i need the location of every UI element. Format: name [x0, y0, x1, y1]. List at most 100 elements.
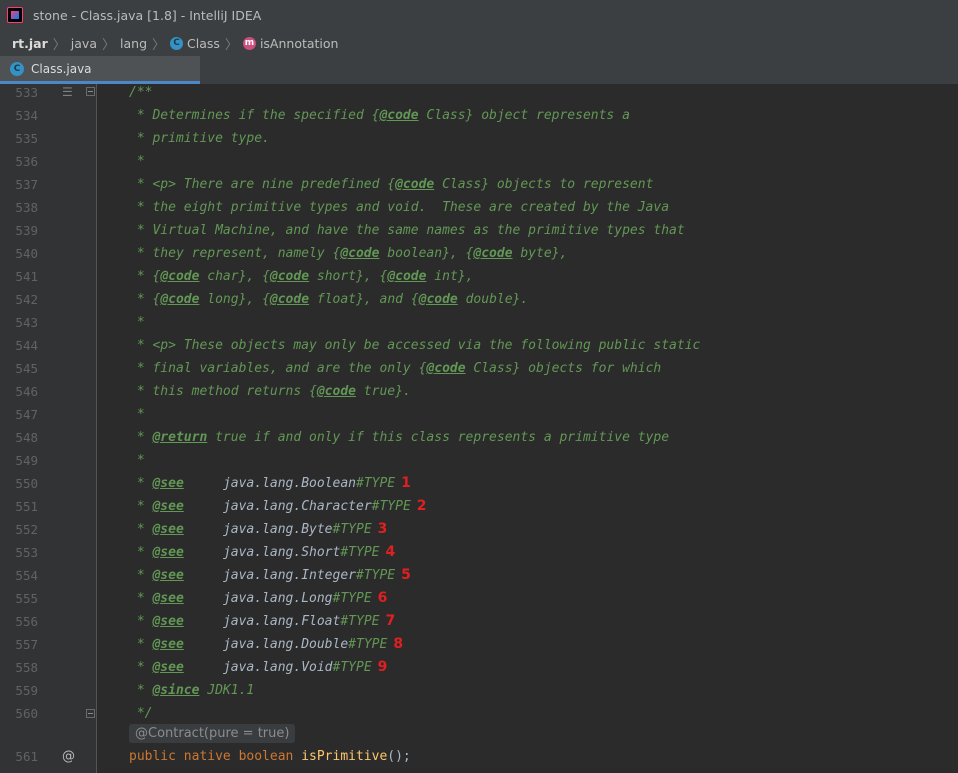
code-text: * Determines if the specified {@code Cla…	[129, 108, 630, 123]
line-number: 551	[15, 499, 38, 514]
fold-toggle-icon[interactable]	[86, 87, 95, 96]
code-text: * @since JDK1.1	[129, 683, 255, 698]
code-text: * <p> These objects may only be accessed…	[129, 338, 701, 353]
breadcrumb-item-label: isAnnotation	[259, 35, 339, 51]
toggle-rendered-view-icon[interactable]: ☰	[62, 81, 73, 104]
line-number: 543	[15, 315, 38, 330]
code-line: 542 * {@code long}, {@code float}, and {…	[0, 288, 958, 311]
method-icon: m	[242, 36, 256, 50]
code-line: 558 * @see java.lang.Void#TYPE 9	[0, 656, 958, 679]
red-annotation-number: 5	[401, 567, 411, 583]
code-text: * @see java.lang.Short#TYPE 4	[129, 544, 396, 560]
code-line: 559 * @since JDK1.1	[0, 679, 958, 702]
line-number: 552	[15, 522, 38, 537]
line-number: 558	[15, 660, 38, 675]
breadcrumb-item-lang[interactable]: lang	[120, 36, 147, 51]
line-number: 536	[15, 154, 38, 169]
code-text: * {@code char}, {@code short}, {@code in…	[129, 269, 474, 284]
breadcrumb-separator: 〉	[52, 37, 66, 53]
code-line: 540 * they represent, namely {@code bool…	[0, 242, 958, 265]
code-line: 538 * the eight primitive types and void…	[0, 196, 958, 219]
breadcrumb-separator: 〉	[152, 37, 166, 53]
inferred-annotation-hint[interactable]: @Contract(pure = true)	[129, 724, 296, 743]
code-text: * @see java.lang.Double#TYPE 8	[129, 636, 404, 652]
code-text: * final variables, and are the only {@co…	[129, 361, 662, 376]
code-text: * @see java.lang.Character#TYPE 2	[129, 498, 427, 514]
red-annotation-number: 9	[377, 659, 388, 675]
code-line: 546 * this method returns {@code true}.	[0, 380, 958, 403]
red-annotation-number: 2	[416, 498, 427, 514]
code-text: * @see java.lang.Void#TYPE 9	[129, 659, 388, 675]
code-text: * @see java.lang.Float#TYPE 7	[129, 613, 396, 629]
line-number: 561	[15, 749, 38, 764]
code-line: 554 * @see java.lang.Integer#TYPE 5	[0, 564, 958, 587]
breadcrumb-separator: 〉	[224, 37, 238, 53]
class-file-icon: C	[10, 61, 24, 76]
code-line: 553 * @see java.lang.Short#TYPE 4	[0, 541, 958, 564]
breadcrumb-item-java[interactable]: java	[71, 36, 97, 51]
code-text: /**	[129, 85, 153, 100]
line-number: 554	[15, 568, 38, 583]
line-number: 559	[15, 683, 38, 698]
code-line: 536 *	[0, 150, 958, 173]
code-line: 534 * Determines if the specified {@code…	[0, 104, 958, 127]
red-annotation-number: 1	[401, 475, 411, 491]
code-text: public native boolean isPrimitive();	[129, 749, 411, 764]
line-number: 545	[15, 361, 38, 376]
line-number: 553	[15, 545, 38, 560]
line-number: 539	[15, 223, 38, 238]
code-line: 541 * {@code char}, {@code short}, {@cod…	[0, 265, 958, 288]
code-line: 547 *	[0, 403, 958, 426]
window-title: stone - Class.java [1.8] - IntelliJ IDEA	[33, 7, 262, 23]
code-text: * {@code long}, {@code float}, and {@cod…	[129, 292, 529, 307]
code-text: * Virtual Machine, and have the same nam…	[129, 223, 685, 238]
code-line: 544 * <p> These objects may only be acce…	[0, 334, 958, 357]
code-text: * @return true if and only if this class…	[129, 430, 670, 445]
code-line: 552 * @see java.lang.Byte#TYPE 3	[0, 518, 958, 541]
breadcrumb-item-class[interactable]: C Class	[170, 36, 220, 51]
code-text: *	[129, 315, 145, 330]
red-annotation-number: 7	[385, 613, 396, 629]
fold-toggle-icon[interactable]	[86, 709, 95, 718]
code-line: 560 */	[0, 702, 958, 725]
line-number: 533	[15, 85, 38, 100]
code-text: *	[129, 453, 145, 468]
annotation-marker-icon[interactable]: @	[62, 745, 75, 768]
tab-class-java[interactable]: C Class.java	[0, 56, 200, 84]
line-number: 557	[15, 637, 38, 652]
line-number: 550	[15, 476, 38, 491]
line-number: 546	[15, 384, 38, 399]
red-annotation-number: 4	[385, 544, 396, 560]
code-line: 551 * @see java.lang.Character#TYPE 2	[0, 495, 958, 518]
line-number: 540	[15, 246, 38, 261]
line-number: 560	[15, 706, 38, 721]
breadcrumb-separator: 〉	[102, 37, 116, 53]
breadcrumb-item-label: Class	[187, 35, 220, 51]
breadcrumb-item-rt-jar[interactable]: rt.jar	[12, 36, 48, 51]
code-line: 533 ☰ /**	[0, 81, 958, 104]
code-text: *	[129, 407, 145, 422]
tab-label: Class.java	[31, 61, 92, 76]
code-line: 535 * primitive type.	[0, 127, 958, 150]
code-line: 555 * @see java.lang.Long#TYPE 6	[0, 587, 958, 610]
line-number: 555	[15, 591, 38, 606]
code-line: 537 * <p> There are nine predefined {@co…	[0, 173, 958, 196]
line-number: 534	[15, 108, 38, 123]
line-number: 547	[15, 407, 38, 422]
title-bar: stone - Class.java [1.8] - IntelliJ IDEA	[0, 0, 958, 31]
line-number: 548	[15, 430, 38, 445]
code-text: * primitive type.	[129, 131, 270, 146]
code-line: 556 * @see java.lang.Float#TYPE 7	[0, 610, 958, 633]
red-annotation-number: 3	[377, 521, 388, 537]
breadcrumb-item-isannotation[interactable]: m isAnnotation	[242, 35, 339, 51]
line-number: 537	[15, 177, 38, 192]
red-annotation-number: 6	[377, 590, 388, 606]
code-text: * they represent, namely {@code boolean}…	[129, 246, 568, 261]
code-line: 561 @ public native boolean isPrimitive(…	[0, 745, 958, 768]
line-number: 549	[15, 453, 38, 468]
code-text: *	[129, 154, 145, 169]
code-editor[interactable]: 533 ☰ /** 534 * Determines if the specif…	[0, 84, 958, 773]
code-line: 543 *	[0, 311, 958, 334]
line-number: 541	[15, 269, 38, 284]
code-line: 557 * @see java.lang.Double#TYPE 8	[0, 633, 958, 656]
